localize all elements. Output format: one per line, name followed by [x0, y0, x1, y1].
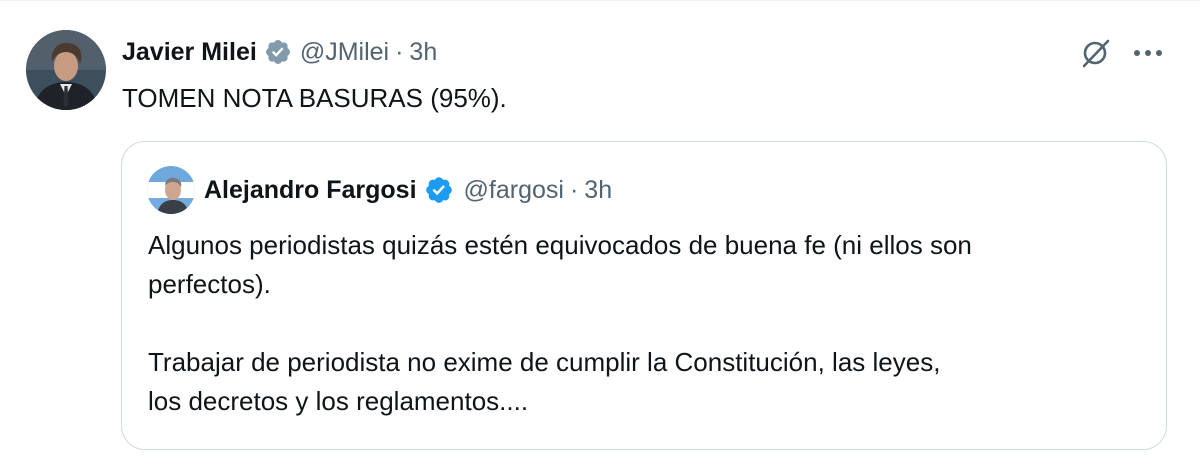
- quoted-tweet-time[interactable]: 3h: [584, 176, 612, 205]
- author-name[interactable]: Javier Milei: [122, 38, 257, 67]
- quoted-text-line: Algunos periodistas quizás estén equivoc…: [148, 230, 972, 260]
- tweet[interactable]: Javier Milei @JMilei · 3h TOMEN NOTA BAS…: [0, 0, 1200, 469]
- quoted-avatar-image: [147, 166, 195, 214]
- quoted-avatar[interactable]: [147, 166, 195, 214]
- quoted-text-line: Trabajar de periodista no exime de cumpl…: [148, 347, 941, 377]
- verified-badge-icon[interactable]: [264, 38, 292, 66]
- more-icon[interactable]: [1128, 33, 1168, 73]
- separator-dot: ·: [395, 37, 404, 66]
- avatar[interactable]: [26, 30, 106, 110]
- avatar-image: [26, 30, 106, 110]
- tweet-header: Javier Milei @JMilei · 3h: [122, 32, 437, 72]
- quoted-tweet[interactable]: Alejandro Fargosi @fargosi · 3h Algunos …: [121, 141, 1167, 450]
- grok-icon[interactable]: [1075, 33, 1115, 73]
- quoted-header: Alejandro Fargosi @fargosi · 3h: [204, 170, 612, 210]
- separator-dot: ·: [569, 175, 579, 204]
- quoted-text-line: los decretos y los reglamentos....: [148, 386, 529, 416]
- quoted-author-handle[interactable]: @fargosi: [464, 176, 564, 205]
- quoted-author-name[interactable]: Alejandro Fargosi: [204, 176, 417, 205]
- tweet-text: TOMEN NOTA BASURAS (95%).: [122, 83, 507, 113]
- quoted-tweet-text: Algunos periodistas quizás estén equivoc…: [148, 226, 1148, 421]
- quoted-text-line: perfectos).: [148, 269, 271, 299]
- author-handle[interactable]: @JMilei: [300, 38, 389, 67]
- verified-badge-icon[interactable]: [424, 175, 454, 205]
- tweet-time[interactable]: 3h: [409, 38, 437, 67]
